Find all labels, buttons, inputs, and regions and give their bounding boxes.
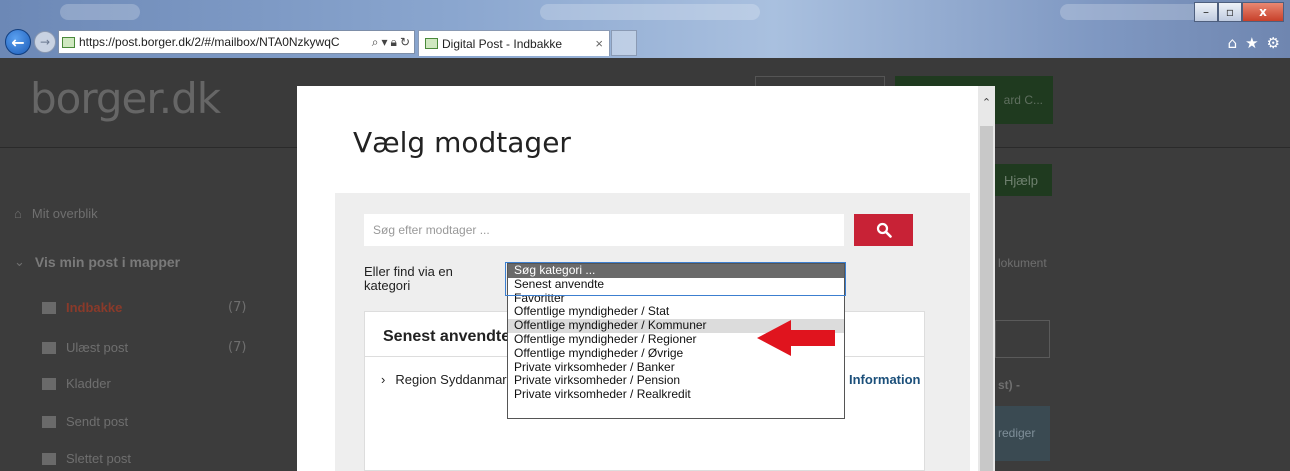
tab-favicon-icon bbox=[425, 38, 438, 49]
sidebar-home-label: Mit overblik bbox=[31, 206, 98, 221]
sidebar-count: (7) bbox=[228, 340, 247, 355]
sidebar-count: (7) bbox=[228, 300, 247, 315]
titlebar-blur bbox=[540, 4, 760, 20]
home-icon[interactable]: ⌂ bbox=[1228, 34, 1238, 52]
sidebar-home[interactable]: ⌂ Mit overblik bbox=[14, 206, 98, 221]
recent-heading: Senest anvendte bbox=[383, 328, 511, 345]
sidebar-item-indbakke[interactable]: Indbakke bbox=[42, 300, 122, 315]
sidebar-item-sendt[interactable]: Sendt post bbox=[42, 414, 128, 429]
document-icon bbox=[42, 377, 56, 390]
dropdown-option[interactable]: Senest anvendte bbox=[508, 278, 844, 292]
dropdown-option[interactable]: Private virksomheder / Pension bbox=[508, 374, 844, 388]
recipient-search-input[interactable]: Søg efter modtager ... bbox=[364, 214, 844, 246]
recent-item-label: Region Syddanmark bbox=[395, 372, 514, 387]
scroll-up-icon[interactable]: ⌃ bbox=[978, 96, 995, 112]
information-link[interactable]: Information bbox=[849, 372, 921, 387]
right-text-dokument[interactable]: lokument bbox=[998, 256, 1047, 270]
site-logo[interactable]: borger.dk bbox=[30, 74, 221, 123]
modal-title: Vælg modtager bbox=[353, 126, 571, 159]
favicon-icon bbox=[62, 36, 75, 48]
sidebar-item-label: Ulæst post bbox=[66, 340, 129, 355]
search-icon[interactable]: ⌕ bbox=[372, 35, 379, 50]
star-icon[interactable]: ★ bbox=[1245, 34, 1258, 52]
tab-title: Digital Post - Indbakke bbox=[442, 36, 563, 51]
maximize-button[interactable]: ▫ bbox=[1218, 2, 1242, 22]
titlebar-blur bbox=[1060, 4, 1200, 20]
window-controls: – ▫ x bbox=[1194, 2, 1284, 22]
envelope-icon bbox=[42, 341, 56, 354]
sidebar-item-label: Slettet post bbox=[66, 451, 132, 466]
tab-close-icon[interactable]: × bbox=[595, 36, 603, 51]
back-arrow-icon: ← bbox=[11, 32, 25, 52]
sidebar-item-ulaest[interactable]: Ulæst post bbox=[42, 340, 128, 355]
inbox-icon bbox=[42, 301, 56, 314]
home-icon: ⌂ bbox=[14, 206, 22, 221]
right-input-box[interactable] bbox=[995, 320, 1050, 358]
rediger-button[interactable]: rediger bbox=[995, 406, 1050, 461]
browser-tab[interactable]: Digital Post - Indbakke × bbox=[418, 30, 610, 56]
close-window-button[interactable]: x bbox=[1242, 2, 1284, 22]
folders-title: Vis min post i mapper bbox=[34, 254, 181, 270]
lock-icon[interactable]: 🔒︎ bbox=[391, 35, 397, 50]
help-button[interactable]: Hjælp bbox=[990, 164, 1052, 196]
gear-icon[interactable]: ⚙ bbox=[1267, 34, 1280, 52]
header-user-label: ard C... bbox=[1003, 93, 1043, 107]
modal-scrollbar[interactable]: ⌃ bbox=[978, 86, 995, 471]
address-url[interactable]: https://post.borger.dk/2/#/mailbox/NTA0N… bbox=[79, 35, 368, 49]
folders-toggle[interactable]: ⌄ Vis min post i mapper bbox=[14, 254, 180, 270]
forward-arrow-icon: → bbox=[39, 35, 51, 49]
address-icons: ⌕ ▾ 🔒︎ ↻ bbox=[368, 35, 414, 50]
refresh-icon[interactable]: ↻ bbox=[400, 35, 410, 50]
dropdown-option[interactable]: Private virksomheder / Realkredit bbox=[508, 388, 844, 402]
upload-icon bbox=[42, 415, 56, 428]
rediger-label: rediger bbox=[998, 426, 1036, 440]
search-icon bbox=[876, 222, 892, 238]
chevron-down-icon: ⌄ bbox=[14, 254, 25, 269]
sidebar-item-label: Kladder bbox=[66, 376, 111, 391]
trash-icon bbox=[42, 452, 56, 465]
search-button[interactable] bbox=[854, 214, 913, 246]
back-button[interactable]: ← bbox=[5, 29, 31, 55]
right-text-st: st) - bbox=[998, 378, 1020, 392]
chevron-right-icon: › bbox=[381, 372, 386, 387]
dropdown-option[interactable]: Søg kategori ... bbox=[508, 264, 844, 278]
address-bar[interactable]: https://post.borger.dk/2/#/mailbox/NTA0N… bbox=[58, 30, 415, 54]
sidebar-item-kladder[interactable]: Kladder bbox=[42, 376, 111, 391]
browser-toolbar-icons: ⌂ ★ ⚙ bbox=[1228, 34, 1280, 52]
dropdown-option[interactable]: Private virksomheder / Banker bbox=[508, 361, 844, 375]
red-arrow-icon bbox=[757, 320, 835, 356]
new-tab-button[interactable] bbox=[611, 30, 637, 56]
browser-chrome: – ▫ x ← → https://post.borger.dk/2/#/mai… bbox=[0, 0, 1290, 58]
category-label: Eller find via en kategori bbox=[364, 264, 453, 293]
dropdown-option[interactable]: Favoritter bbox=[508, 292, 844, 306]
sidebar-item-label: Sendt post bbox=[66, 414, 129, 429]
forward-button[interactable]: → bbox=[34, 31, 56, 53]
sidebar-item-label: Indbakke bbox=[66, 300, 123, 315]
minimize-button[interactable]: – bbox=[1194, 2, 1218, 22]
scroll-thumb[interactable] bbox=[980, 126, 993, 471]
dropdown-icon[interactable]: ▾ bbox=[382, 35, 388, 50]
sidebar-item-slettet[interactable]: Slettet post bbox=[42, 451, 131, 466]
recent-item-row[interactable]: › Region Syddanmark bbox=[381, 372, 513, 387]
titlebar-blur bbox=[60, 4, 140, 20]
